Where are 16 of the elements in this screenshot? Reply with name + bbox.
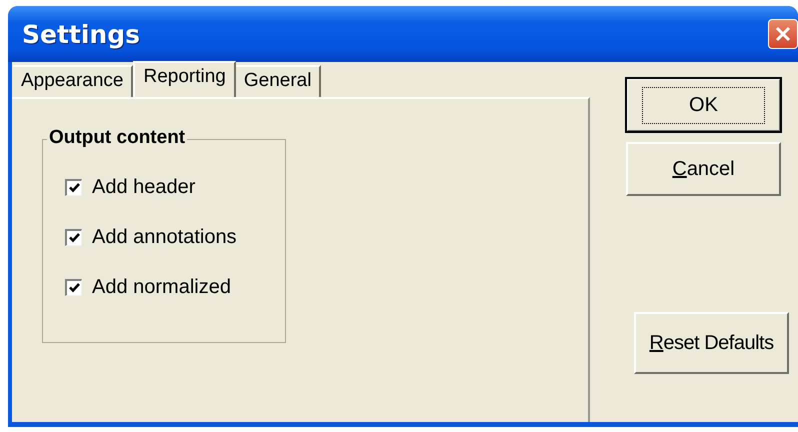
tab[interactable]: Appearance — [13, 65, 134, 97]
checkbox[interactable] — [65, 278, 82, 296]
dialog-button[interactable]: Cancel — [626, 142, 781, 196]
dialog-button[interactable]: Reset Defaults — [634, 312, 789, 374]
group-title: Output content — [47, 127, 188, 149]
checkbox-label: Add header — [92, 176, 196, 198]
checkbox[interactable] — [65, 178, 82, 196]
checkbox-label: Add annotations — [92, 226, 237, 248]
tab[interactable]: Reporting — [133, 61, 236, 97]
tab[interactable]: General — [236, 65, 322, 97]
dialog-button[interactable]: OK — [626, 78, 781, 132]
close-button[interactable] — [768, 19, 798, 49]
checkbox-label: Add normalized — [92, 276, 231, 298]
close-icon — [774, 25, 792, 43]
checkbox[interactable] — [65, 228, 82, 246]
window-title: Settings — [22, 20, 140, 48]
